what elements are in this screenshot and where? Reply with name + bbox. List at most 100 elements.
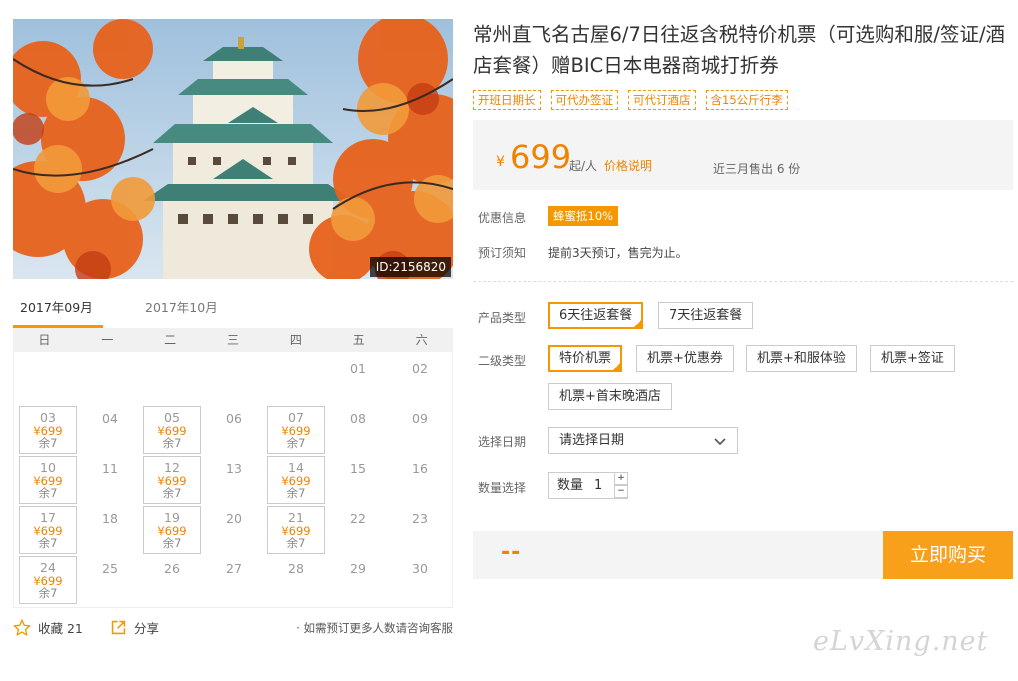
day-remaining: 余7 xyxy=(38,436,58,450)
day-number: 12 xyxy=(164,460,180,475)
price-unit: 起/人 xyxy=(569,159,598,173)
check-icon: ✔ xyxy=(614,362,621,370)
tab-month-1[interactable]: 2017年09月 xyxy=(20,292,93,328)
option-label: 机票+优惠券 xyxy=(647,351,723,366)
option-product-type-6day[interactable]: 6天往返套餐 ✔ xyxy=(548,302,644,329)
calendar-day-available[interactable]: 19 ¥699 余7 xyxy=(143,506,201,554)
quantity-label: 数量选择 xyxy=(478,481,527,495)
day-number: 28 xyxy=(288,561,304,576)
calendar-day: 27 xyxy=(205,556,263,604)
calendar-day-available[interactable]: 12 ¥699 余7 xyxy=(143,456,201,504)
option-label: 机票+首末晚酒店 xyxy=(559,389,661,404)
share-icon xyxy=(111,620,126,635)
favorite-button[interactable]: 收藏 21 xyxy=(13,618,83,637)
calendar-day-available[interactable]: 17 ¥699 余7 xyxy=(19,506,77,554)
price-amount: 699 xyxy=(510,138,572,176)
day-remaining: 余7 xyxy=(162,486,182,500)
product-title: 常州直飞名古屋6/7日往返含税特价机票（可选购和服/签证/酒店套餐）赠BIC日本… xyxy=(473,23,1006,77)
day-number: 06 xyxy=(226,411,242,426)
sub-type-label: 二级类型 xyxy=(478,354,527,368)
calendar-day-available[interactable]: 24 ¥699 余7 xyxy=(19,556,77,604)
calendar-day: 25 xyxy=(81,556,139,604)
day-remaining: 余7 xyxy=(38,486,58,500)
calendar-day: 30 xyxy=(391,556,449,604)
option-product-type-7day[interactable]: 7天往返套餐 xyxy=(658,302,754,329)
day-number: 30 xyxy=(412,561,428,576)
price-panel: ¥ 699 起/人 价格说明 近三月售出 6 份 xyxy=(473,120,1013,190)
day-number: 16 xyxy=(412,461,428,476)
calendar-day: 16 xyxy=(391,456,449,504)
day-number: 09 xyxy=(412,411,428,426)
day-number: 10 xyxy=(40,460,56,475)
day-number: 03 xyxy=(40,410,56,425)
calendar-day: 26 xyxy=(143,556,201,604)
calendar-day: 28 xyxy=(267,556,325,604)
calendar-day: 29 xyxy=(329,556,387,604)
calendar-weekday-header: 日 一 二 三 四 五 六 xyxy=(13,328,453,352)
tab-month-2[interactable]: 2017年10月 xyxy=(145,292,218,328)
day-number: 29 xyxy=(350,561,366,576)
calendar-day: 15 xyxy=(329,456,387,504)
option-sub-type-ticket[interactable]: 特价机票 ✔ xyxy=(548,345,623,372)
quantity-value[interactable]: 1 xyxy=(594,473,602,498)
calendar-day-available[interactable]: 14 ¥699 余7 xyxy=(267,456,325,504)
feature-tag: 含15公斤行李 xyxy=(705,90,788,110)
chevron-down-icon xyxy=(714,438,726,446)
watermark: eLvXing.net xyxy=(813,626,989,657)
share-button[interactable]: 分享 xyxy=(110,618,159,637)
option-sub-type-kimono[interactable]: 机票+和服体验 xyxy=(746,345,857,372)
calendar-day-available[interactable]: 10 ¥699 余7 xyxy=(19,456,77,504)
quantity-stepper: 数量 1 + − xyxy=(548,472,628,499)
calendar-grid: 01 02 03 ¥699 余7 04 05 ¥699 余7 06 07 ¥699 余7 08 09 10 ¥6… xyxy=(13,352,453,608)
calendar-day: 18 xyxy=(81,506,139,554)
day-remaining: 余7 xyxy=(286,536,306,550)
day-remaining: 余7 xyxy=(162,436,182,450)
quantity-decrease-button[interactable]: − xyxy=(614,485,628,498)
feature-tags: 开班日期长 可代办签证 可代订酒店 含15公斤行李 xyxy=(473,90,798,110)
day-number: 19 xyxy=(164,510,180,525)
date-label: 选择日期 xyxy=(478,435,527,449)
divider xyxy=(473,281,1013,282)
date-select[interactable]: 请选择日期 xyxy=(548,427,738,454)
date-select-placeholder: 请选择日期 xyxy=(559,433,625,448)
calendar-day: 20 xyxy=(205,506,263,554)
option-sub-type-hotel[interactable]: 机票+首末晚酒店 xyxy=(548,383,672,410)
day-number: 18 xyxy=(102,511,118,526)
day-number: 08 xyxy=(350,411,366,426)
day-number: 26 xyxy=(164,561,180,576)
calendar-day-available[interactable]: 21 ¥699 余7 xyxy=(267,506,325,554)
buy-now-button[interactable]: 立即购买 xyxy=(883,531,1013,579)
calendar-day: 23 xyxy=(391,506,449,554)
day-number: 17 xyxy=(40,510,56,525)
weekday-label: 六 xyxy=(415,333,428,347)
day-number: 25 xyxy=(102,561,118,576)
price-explain-link[interactable]: 价格说明 xyxy=(604,157,652,174)
calendar-day: 06 xyxy=(205,406,263,454)
weekday-label: 五 xyxy=(352,333,365,347)
promo-badge: 蜂蜜抵10% xyxy=(548,206,619,226)
check-icon: ✔ xyxy=(635,319,642,327)
feature-tag: 可代订酒店 xyxy=(628,90,696,110)
day-number: 23 xyxy=(412,511,428,526)
calendar-day-available[interactable]: 07 ¥699 余7 xyxy=(267,406,325,454)
option-sub-type-coupon[interactable]: 机票+优惠券 xyxy=(636,345,734,372)
notice-label: 预订须知 xyxy=(478,246,527,260)
calendar-day: 04 xyxy=(81,406,139,454)
calendar-day-available[interactable]: 05 ¥699 余7 xyxy=(143,406,201,454)
day-number: 14 xyxy=(288,460,304,475)
weekday-label: 日 xyxy=(38,333,51,347)
image-id-label: ID:2156820 xyxy=(369,257,451,277)
weekday-label: 三 xyxy=(227,333,240,347)
option-sub-type-visa[interactable]: 机票+签证 xyxy=(870,345,955,372)
calendar-day: 08 xyxy=(329,406,387,454)
option-label: 7天往返套餐 xyxy=(669,308,743,323)
day-remaining: 余7 xyxy=(286,436,306,450)
calendar-day-available[interactable]: 03 ¥699 余7 xyxy=(19,406,77,454)
option-label: 特价机票 xyxy=(559,351,612,366)
day-number: 21 xyxy=(288,510,304,525)
day-number: 05 xyxy=(164,410,180,425)
day-number: 24 xyxy=(40,560,56,575)
quantity-increase-button[interactable]: + xyxy=(614,472,628,485)
calendar-day: 01 xyxy=(329,356,387,404)
consult-note: · 如需预订更多人数请咨询客服 xyxy=(296,621,453,635)
